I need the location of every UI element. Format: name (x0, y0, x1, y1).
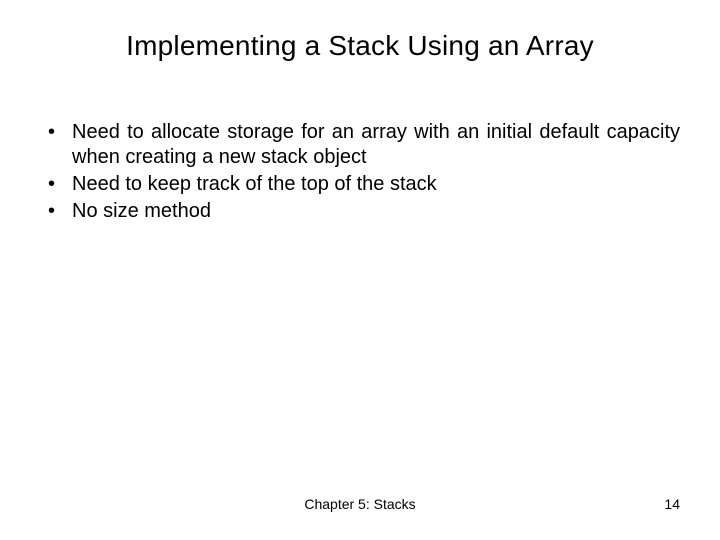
bullet-item: Need to keep track of the top of the sta… (40, 172, 680, 197)
slide-title: Implementing a Stack Using an Array (0, 30, 720, 62)
bullet-list: Need to allocate storage for an array wi… (40, 120, 680, 224)
bullet-item: No size method (40, 199, 680, 224)
slide: Implementing a Stack Using an Array Need… (0, 0, 720, 540)
bullet-item: Need to allocate storage for an array wi… (40, 120, 680, 170)
slide-body: Need to allocate storage for an array wi… (40, 120, 680, 226)
footer-page-number: 14 (664, 496, 680, 512)
footer-chapter: Chapter 5: Stacks (0, 496, 720, 512)
